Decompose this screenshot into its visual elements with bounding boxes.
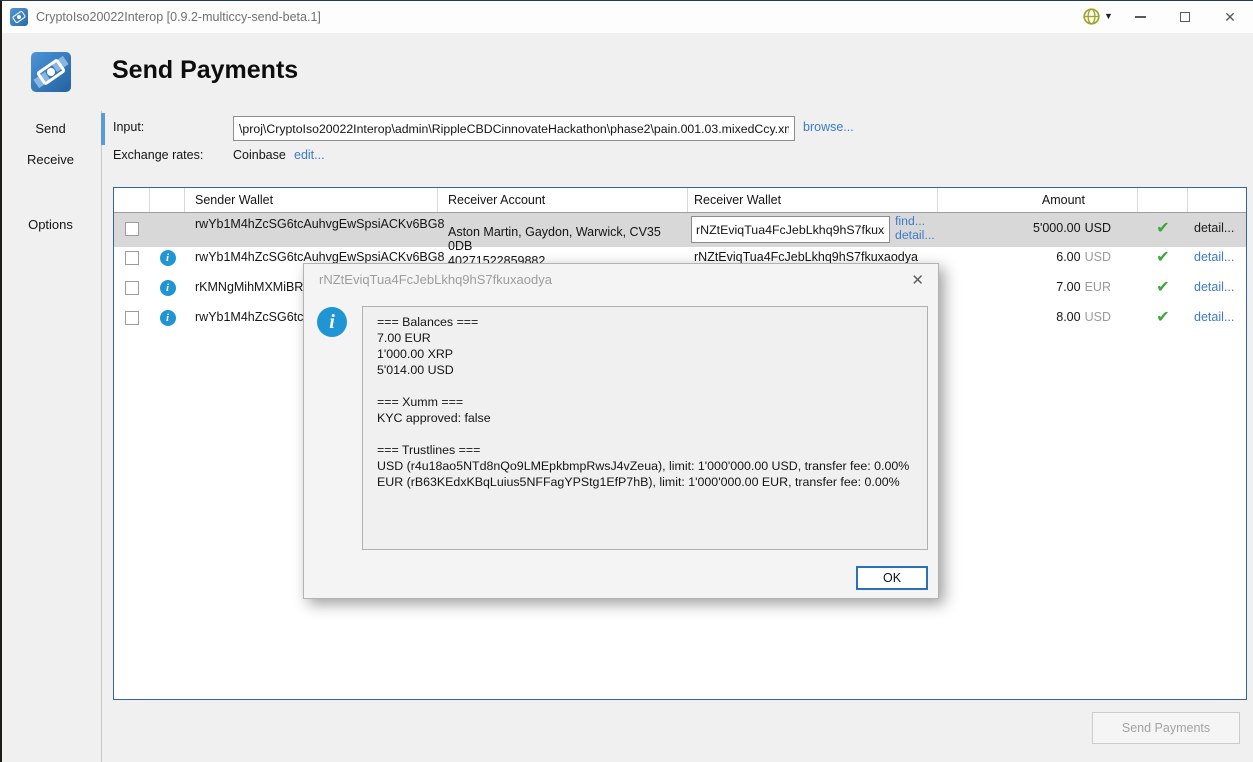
- green-check-icon: ✔: [1156, 250, 1169, 266]
- app-logo-icon: [10, 8, 28, 26]
- detail-link[interactable]: detail...: [895, 228, 935, 242]
- header-sender-wallet: Sender Wallet: [185, 188, 438, 212]
- info-icon[interactable]: i: [160, 250, 176, 266]
- table-header-row: Sender Wallet Receiver Account Receiver …: [114, 188, 1246, 213]
- row-checkbox[interactable]: [125, 222, 139, 236]
- window-title: CryptoIso20022Interop [0.9.2-multiccy-se…: [36, 10, 321, 24]
- receiver-wallet-field[interactable]: [691, 216, 890, 243]
- titlebar: CryptoIso20022Interop [0.9.2-multiccy-se…: [0, 1, 1253, 33]
- header-status-col: [1138, 188, 1188, 212]
- amount-currency: USD: [1085, 250, 1111, 264]
- row-detail-link[interactable]: detail...: [1194, 221, 1234, 235]
- chevron-down-icon: ▼: [1104, 11, 1113, 21]
- input-label: Input:: [113, 120, 144, 134]
- info-icon[interactable]: i: [160, 280, 176, 296]
- table-row[interactable]: rwYb1M4hZcSG6tcAuhvgEwSpsiACKv6BG8 Aston…: [114, 213, 1246, 247]
- header-amount: Amount: [938, 188, 1138, 212]
- sidebar-item-send[interactable]: Send: [0, 121, 101, 136]
- row-checkbox[interactable]: [125, 281, 139, 295]
- globe-icon: [1082, 7, 1101, 26]
- amount-value: 7.00: [1056, 280, 1080, 294]
- green-check-icon: ✔: [1156, 310, 1169, 326]
- dialog-title: rNZtEviqTua4FcJebLkhq9hS7fkuxaodya: [319, 272, 879, 287]
- header-detail-col: [1188, 188, 1246, 212]
- wallet-detail-dialog: rNZtEviqTua4FcJebLkhq9hS7fkuxaodya ✕ i =…: [303, 263, 939, 599]
- input-file-field[interactable]: [233, 116, 795, 141]
- language-selector[interactable]: ▼: [1082, 7, 1116, 27]
- find-link[interactable]: find...: [895, 214, 935, 228]
- receiver-account-cell: Aston Martin, Gaydon, Warwick, CV35 0DB: [438, 213, 688, 247]
- dialog-content-box: === Balances === 7.00 EUR 1'000.00 XRP 5…: [362, 306, 928, 550]
- dialog-close-icon[interactable]: ✕: [911, 271, 924, 289]
- exchange-rates-label: Exchange rates:: [113, 148, 203, 162]
- browse-link[interactable]: browse...: [803, 120, 854, 134]
- row-checkbox[interactable]: [125, 311, 139, 325]
- sender-wallet-cell: rwYb1M4hZcSG6tcAuhvgEwSpsiACKv6BG8: [185, 213, 438, 247]
- header-receiver-account: Receiver Account: [438, 188, 688, 212]
- header-receiver-wallet: Receiver Wallet: [688, 188, 938, 212]
- amount-value: 6.00: [1056, 250, 1080, 264]
- amount-currency: USD: [1085, 310, 1111, 324]
- amount-currency: USD: [1085, 221, 1111, 235]
- row-detail-link[interactable]: detail...: [1194, 250, 1234, 264]
- header-checkbox-col: [114, 188, 150, 212]
- minimize-button[interactable]: [1118, 1, 1162, 33]
- window-left-edge: [0, 1, 2, 762]
- app-logo: [31, 52, 71, 92]
- ok-button[interactable]: OK: [856, 566, 928, 590]
- dialog-body-text: === Balances === 7.00 EUR 1'000.00 XRP 5…: [363, 307, 927, 497]
- active-nav-indicator: [101, 113, 105, 145]
- sidebar-item-receive[interactable]: Receive: [0, 152, 101, 167]
- info-icon[interactable]: i: [160, 310, 176, 326]
- app-window: CryptoIso20022Interop [0.9.2-multiccy-se…: [0, 0, 1253, 761]
- amount-currency: EUR: [1085, 280, 1111, 294]
- amount-value: 5'000.00: [1033, 221, 1081, 235]
- amount-value: 8.00: [1056, 310, 1080, 324]
- green-check-icon: ✔: [1156, 221, 1169, 237]
- info-icon: i: [317, 307, 347, 337]
- green-check-icon: ✔: [1156, 280, 1169, 296]
- row-checkbox[interactable]: [125, 251, 139, 265]
- maximize-icon: [1180, 12, 1190, 22]
- header-info-col: [150, 188, 185, 212]
- row-detail-link[interactable]: detail...: [1194, 280, 1234, 294]
- send-payments-button[interactable]: Send Payments: [1092, 712, 1240, 744]
- exchange-rates-value: Coinbase: [233, 148, 286, 162]
- close-button[interactable]: ✕: [1208, 1, 1252, 33]
- page-title: Send Payments: [112, 56, 298, 85]
- row-detail-link[interactable]: detail...: [1194, 310, 1234, 324]
- maximize-button[interactable]: [1163, 1, 1207, 33]
- sidebar-divider: [101, 111, 102, 762]
- minimize-icon: [1135, 16, 1146, 18]
- edit-exchange-link[interactable]: edit...: [294, 148, 325, 162]
- sidebar-item-options[interactable]: Options: [0, 217, 101, 232]
